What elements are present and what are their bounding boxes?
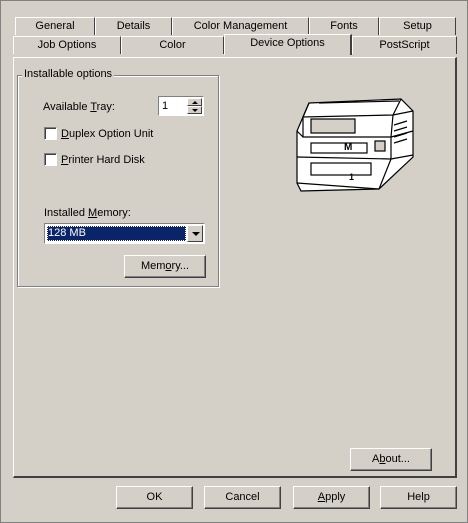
duplex-option-label[interactable]: Duplex Option Unit <box>61 127 153 141</box>
cancel-button[interactable]: Cancel <box>204 486 281 509</box>
printer-hard-disk-checkbox[interactable] <box>44 153 57 166</box>
arrow-up-icon <box>192 101 198 104</box>
tab-row-front: Job Options Color Device Options PostScr… <box>13 34 457 55</box>
available-tray-label: Available Tray: <box>43 101 115 113</box>
tab-job-options-label: Job Options <box>37 39 97 51</box>
printer-properties-dialog: General Details Color Management Fonts S… <box>0 0 468 523</box>
tab-device-options[interactable]: Device Options <box>224 34 352 55</box>
tab-color[interactable]: Color <box>121 36 224 54</box>
printer-hard-disk-label[interactable]: Printer Hard Disk <box>61 153 145 167</box>
about-button[interactable]: About... <box>350 448 432 471</box>
spin-up-button[interactable] <box>187 98 202 106</box>
ok-button[interactable]: OK <box>116 486 193 509</box>
tab-details[interactable]: Details <box>95 17 172 35</box>
installable-options-title: Installable options <box>22 67 115 81</box>
chevron-down-icon <box>192 232 200 236</box>
printer-icon: M 1 <box>296 98 414 192</box>
arrow-down-icon <box>192 109 198 112</box>
tab-setup-label: Setup <box>403 20 432 32</box>
help-button[interactable]: Help <box>380 486 457 509</box>
tab-device-options-label: Device Options <box>250 37 325 49</box>
available-tray-value[interactable]: 1 <box>162 99 168 113</box>
tab-postscript-label: PostScript <box>379 39 430 51</box>
tab-general[interactable]: General <box>15 17 95 35</box>
tab-fonts-label: Fonts <box>330 20 358 32</box>
tab-color-management-label: Color Management <box>193 20 288 32</box>
tab-general-label: General <box>35 20 75 32</box>
tab-color-management[interactable]: Color Management <box>172 17 309 35</box>
tab-row-back: General Details Color Management Fonts S… <box>15 17 456 35</box>
tab-postscript[interactable]: PostScript <box>352 36 457 54</box>
memory-button[interactable]: Memory... <box>124 255 206 278</box>
installed-memory-label: Installed Memory: <box>44 207 131 219</box>
tab-details-label: Details <box>116 20 151 32</box>
spin-down-button[interactable] <box>187 106 202 114</box>
printer-drawer-letter: M <box>344 142 352 153</box>
tab-setup[interactable]: Setup <box>379 17 456 35</box>
tab-color-label: Color <box>159 39 186 51</box>
tab-fonts[interactable]: Fonts <box>309 17 379 35</box>
printer-tray-number: 1 <box>349 172 354 182</box>
available-tray-spinner[interactable]: 1 <box>158 96 204 116</box>
tab-job-options[interactable]: Job Options <box>13 36 121 54</box>
installed-memory-value[interactable]: 128 MB <box>47 226 186 241</box>
installed-memory-select[interactable]: 128 MB <box>44 223 205 244</box>
memory-dropdown-button[interactable] <box>187 225 203 242</box>
apply-button[interactable]: Apply <box>293 486 370 509</box>
duplex-option-checkbox[interactable] <box>44 127 57 140</box>
